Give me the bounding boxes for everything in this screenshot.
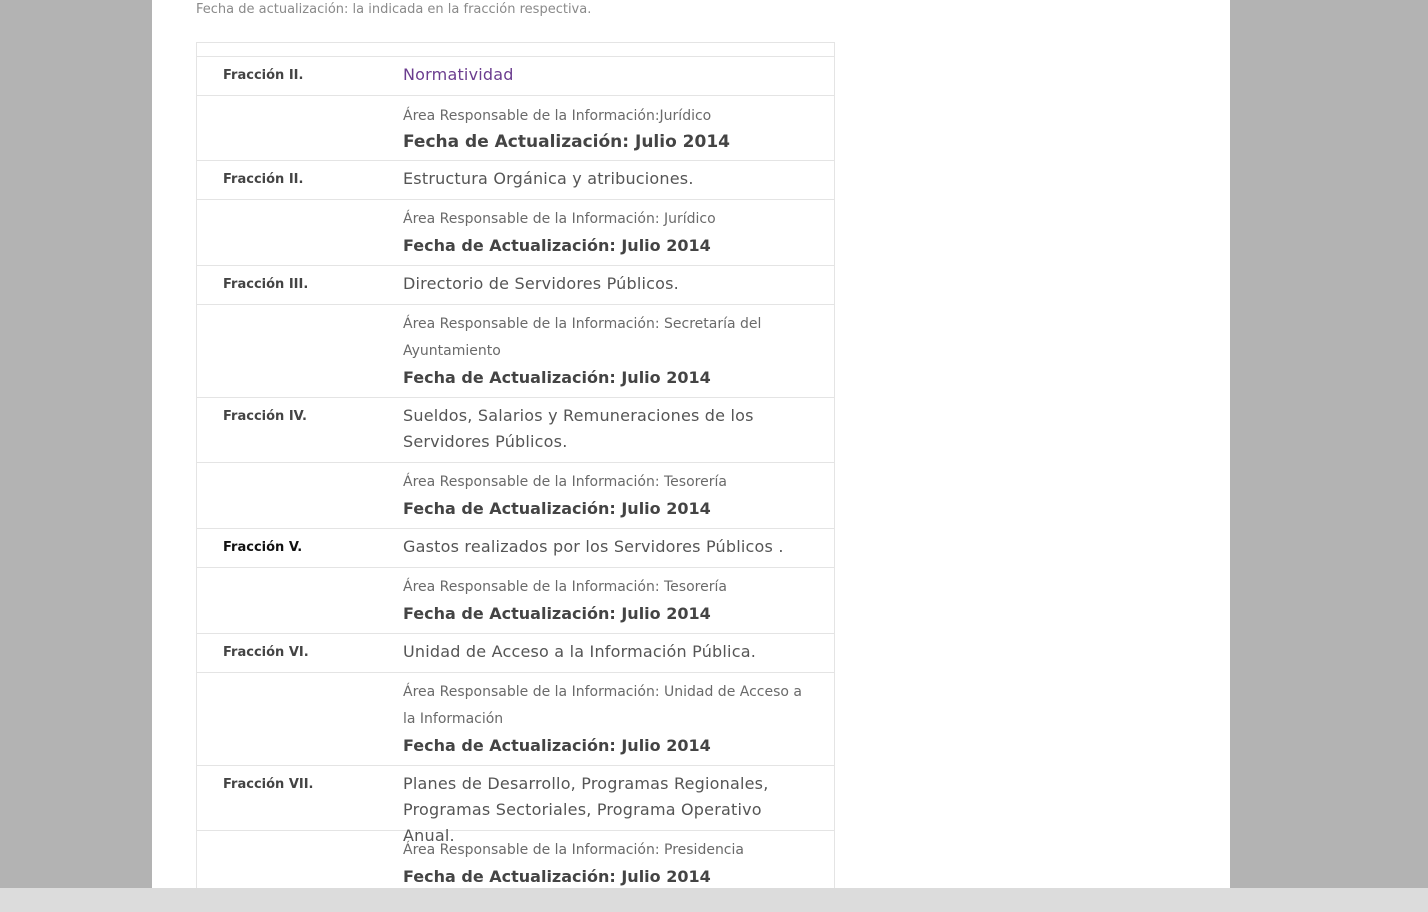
area-responsable: Área Responsable de la Información: Pres… <box>403 842 744 858</box>
normatividad-link[interactable]: Normatividad <box>403 62 814 88</box>
content-page: Fecha de actualización: la indicada en l… <box>152 0 1230 897</box>
fecha-actualizacion: Fecha de Actualización: Julio 2014 <box>403 736 711 755</box>
row-title: Unidad de Acceso a la Información Públic… <box>403 642 756 661</box>
table-row-detail: Área Responsable de la Información: Secr… <box>197 305 834 398</box>
table-row-title: Fracción IV. Sueldos, Salarios y Remuner… <box>197 398 834 463</box>
row-title: Sueldos, Salarios y Remuneraciones de lo… <box>403 406 754 451</box>
fecha-actualizacion: Fecha de Actualización: Julio 2014 <box>403 867 711 886</box>
table-row-title: Fracción II. Estructura Orgánica y atrib… <box>197 161 834 200</box>
row-title: Directorio de Servidores Públicos. <box>403 274 679 293</box>
table-row-detail: Área Responsable de la Información: Jurí… <box>197 200 834 266</box>
area-responsable: Área Responsable de la Información: Unid… <box>403 684 802 727</box>
fecha-actualizacion: Fecha de Actualización: Julio 2014 <box>403 236 711 255</box>
table-row-detail: Área Responsable de la Información: Unid… <box>197 673 834 766</box>
fraccion-label: Fracción IV. <box>223 409 307 424</box>
area-responsable: Área Responsable de la Información: Teso… <box>403 579 727 595</box>
fraccion-label: Fracción II. <box>223 68 304 83</box>
fraccion-label: Fracción V. <box>223 540 303 555</box>
table-row-title: Fracción II. Normatividad <box>197 57 834 96</box>
fraccion-label: Fracción II. <box>223 172 304 187</box>
fecha-actualizacion: Fecha de Actualización: Julio 2014 <box>403 368 711 387</box>
fraccion-label: Fracción VII. <box>223 777 314 792</box>
update-note: Fecha de actualización: la indicada en l… <box>196 2 592 17</box>
area-responsable: Área Responsable de la Información: Teso… <box>403 474 727 490</box>
row-title: Estructura Orgánica y atribuciones. <box>403 169 694 188</box>
table-row-title: Fracción VII. Planes de Desarrollo, Prog… <box>197 766 834 845</box>
fecha-actualizacion: Fecha de Actualización: Julio 2014 <box>403 132 730 152</box>
horizontal-scrollbar[interactable] <box>0 888 1428 912</box>
fecha-actualizacion: Fecha de Actualización: Julio 2014 <box>403 604 711 623</box>
fecha-actualizacion: Fecha de Actualización: Julio 2014 <box>403 499 711 518</box>
row-title: Gastos realizados por los Servidores Púb… <box>403 537 784 556</box>
table-row-title: Fracción III. Directorio de Servidores P… <box>197 266 834 305</box>
fraccion-label: Fracción VI. <box>223 645 309 660</box>
table-row-title: Fracción VI. Unidad de Acceso a la Infor… <box>197 634 834 673</box>
fraccion-label: Fracción III. <box>223 277 309 292</box>
table-header-spacer <box>197 43 834 57</box>
area-responsable: Área Responsable de la Información: Secr… <box>403 316 762 359</box>
area-responsable: Área Responsable de la Información: Jurí… <box>403 211 716 227</box>
area-responsable: Área Responsable de la Información:Juríd… <box>403 108 712 124</box>
table-row-detail: Área Responsable de la Información:Juríd… <box>197 96 834 161</box>
fracciones-table: Fracción II. Normatividad Área Responsab… <box>196 42 835 897</box>
table-row-detail: Área Responsable de la Información: Teso… <box>197 463 834 529</box>
table-row-title: Fracción V. Gastos realizados por los Se… <box>197 529 834 568</box>
table-row-detail: Área Responsable de la Información: Teso… <box>197 568 834 634</box>
